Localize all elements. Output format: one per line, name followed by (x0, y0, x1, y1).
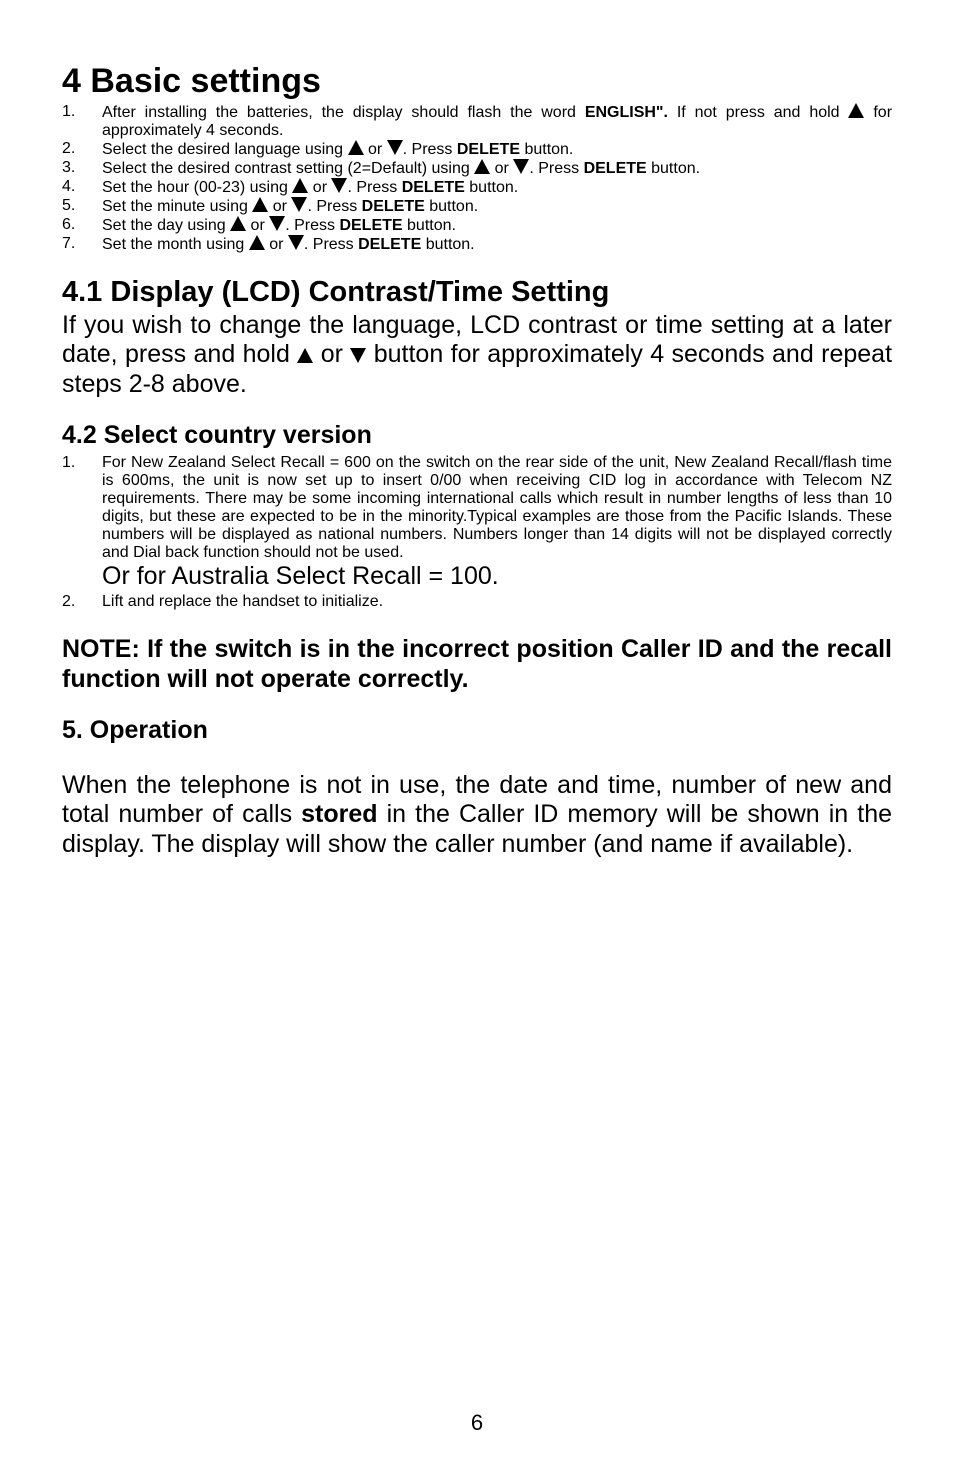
list-body: Set the hour (00-23) using or . Press DE… (102, 178, 892, 197)
text: . Press (307, 198, 361, 215)
triangle-up-icon (348, 140, 364, 155)
list-item: 4. Set the hour (00-23) using or . Press… (62, 178, 892, 197)
heading-text: Display (LCD) Contrast/Time Setting (102, 276, 609, 308)
text: After installing the batteries, the disp… (102, 104, 585, 121)
list-number: 1. (62, 454, 102, 562)
list-body: Set the minute using or . Press DELETE b… (102, 197, 892, 216)
list-body: Select the desired language using or . P… (102, 140, 892, 159)
text: . Press (285, 217, 339, 234)
list-number: 5. (62, 197, 102, 216)
text: Select the desired language using (102, 141, 348, 158)
triangle-up-icon (230, 216, 246, 231)
text: or (308, 179, 331, 196)
text: or (246, 217, 269, 234)
text: button. (520, 141, 573, 158)
text-bold: stored (301, 800, 377, 828)
triangle-down-icon (387, 140, 403, 155)
triangle-down-icon (288, 235, 304, 250)
triangle-up-icon (252, 197, 268, 212)
list-number: 1. (62, 103, 102, 140)
text: or (313, 340, 350, 368)
list-number: 4. (62, 178, 102, 197)
text: . Press (347, 179, 401, 196)
list-number: 3. (62, 159, 102, 178)
text: Set the minute using (102, 198, 252, 215)
text: or (268, 198, 291, 215)
text: button. (647, 160, 700, 177)
text: Set the hour (00-23) using (102, 179, 292, 196)
triangle-up-icon (848, 103, 864, 118)
heading-basic-settings: 4 Basic settings (62, 62, 892, 101)
triangle-up-icon (249, 235, 265, 250)
list-number: 6. (62, 216, 102, 235)
heading-operation: 5. Operation (62, 716, 892, 745)
list-item: 3. Select the desired contrast setting (… (62, 159, 892, 178)
note: NOTE: If the switch is in the incorrect … (62, 635, 892, 694)
text: button. (465, 179, 518, 196)
text-bold: ENGLISH". (585, 104, 668, 121)
text: or (364, 141, 387, 158)
text-indented: Or for Australia Select Recall = 100. (102, 562, 892, 591)
list-number: 7. (62, 235, 102, 254)
section-number: 4.1 (62, 276, 102, 308)
text: Select the desired contrast setting (2=D… (102, 160, 474, 177)
list-item: 1. After installing the batteries, the d… (62, 103, 892, 140)
text: . Press (403, 141, 457, 158)
text-bold: DELETE (457, 141, 520, 158)
page-number: 6 (0, 1410, 954, 1436)
list-body: Set the day using or . Press DELETE butt… (102, 216, 892, 235)
triangle-down-icon (269, 216, 285, 231)
page: 4 Basic settings 1. After installing the… (0, 0, 954, 1484)
list-item: 5. Set the minute using or . Press DELET… (62, 197, 892, 216)
text-bold: DELETE (584, 160, 647, 177)
heading-select-country: 4.2 Select country version (62, 421, 892, 450)
text-bold: DELETE (362, 198, 425, 215)
text: Set the day using (102, 217, 230, 234)
text: . Press (529, 160, 583, 177)
triangle-down-icon (513, 159, 529, 174)
text-bold: DELETE (358, 236, 421, 253)
paragraph: If you wish to change the language, LCD … (62, 311, 892, 399)
text: or (490, 160, 513, 177)
text: button. (421, 236, 474, 253)
text: . Press (304, 236, 358, 253)
triangle-down-icon (331, 178, 347, 193)
triangle-up-icon (474, 159, 490, 174)
list-number: 2. (62, 140, 102, 159)
text: button. (403, 217, 456, 234)
list-body: Lift and replace the handset to initiali… (102, 593, 892, 611)
list-body: Select the desired contrast setting (2=D… (102, 159, 892, 178)
text: button. (425, 198, 478, 215)
list-body: After installing the batteries, the disp… (102, 103, 892, 140)
text: If not press and hold (677, 104, 849, 121)
list-item: 7. Set the month using or . Press DELETE… (62, 235, 892, 254)
list-number: 2. (62, 593, 102, 611)
list-item: 2. Select the desired language using or … (62, 140, 892, 159)
triangle-up-icon (297, 348, 313, 363)
text-bold: DELETE (402, 179, 465, 196)
text: Set the month using (102, 236, 249, 253)
triangle-down-icon (291, 197, 307, 212)
text: or (265, 236, 288, 253)
list-item: 1. For New Zealand Select Recall = 600 o… (62, 454, 892, 562)
list-item: 6. Set the day using or . Press DELETE b… (62, 216, 892, 235)
list-body: Set the month using or . Press DELETE bu… (102, 235, 892, 254)
list-item: 2. Lift and replace the handset to initi… (62, 593, 892, 611)
text-bold: DELETE (339, 217, 402, 234)
heading-display-contrast: 4.1 Display (LCD) Contrast/Time Setting (62, 276, 892, 309)
triangle-up-icon (292, 178, 308, 193)
triangle-down-icon (350, 348, 366, 363)
list-body: For New Zealand Select Recall = 600 on t… (102, 454, 892, 562)
paragraph: When the telephone is not in use, the da… (62, 771, 892, 859)
